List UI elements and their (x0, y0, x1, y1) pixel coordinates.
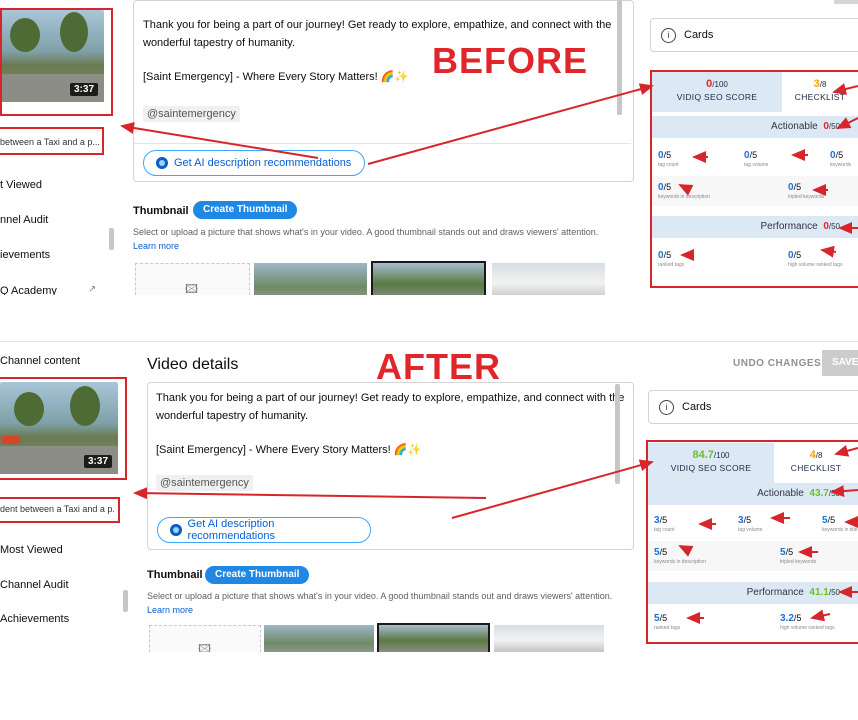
create-thumbnail-button[interactable]: Create Thumbnail (193, 201, 298, 219)
thumbnail-heading: Thumbnail (147, 569, 203, 581)
info-icon: i (659, 399, 674, 415)
nav-academy[interactable]: Q Academy (0, 285, 57, 295)
nav-achievements[interactable]: ievements (0, 249, 50, 261)
ai-description-button[interactable]: Get AI description recommendations (157, 517, 371, 543)
after-panel: Channel content 3:37 dent between a Taxi… (0, 342, 858, 652)
before-label: BEFORE (432, 40, 589, 81)
image-upload-icon: 🖾 (198, 642, 212, 652)
external-link-icon: ↗ (88, 284, 97, 295)
cards-row[interactable]: i Cards (650, 18, 858, 52)
create-thumbnail-button[interactable]: Create Thumbnail (205, 566, 310, 584)
description-line-3: [Saint Emergency] - Where Every Story Ma… (156, 444, 422, 456)
nav-channel-content[interactable]: Channel content (0, 355, 80, 367)
mention-tag: @saintemergency (143, 106, 240, 122)
thumbnail-highlight-box (0, 8, 113, 116)
thumbnail-option-2[interactable] (371, 261, 486, 295)
nav-channel-audit[interactable]: nnel Audit (0, 214, 48, 226)
mention-tag: @saintemergency (156, 475, 253, 491)
ai-button-label: Get AI description recommendations (174, 157, 352, 169)
learn-more-link[interactable]: Learn more (133, 241, 179, 251)
thumbnail-option-1[interactable] (264, 625, 374, 652)
undo-changes-button[interactable]: UNDO CHANGES (733, 358, 821, 369)
cards-hint-icon (834, 0, 858, 4)
nav-scrollbar[interactable] (123, 590, 128, 612)
cards-row[interactable]: i Cards (648, 390, 858, 424)
thumbnail-option-3[interactable] (492, 263, 605, 295)
vidiq-highlight-box (646, 440, 858, 644)
thumbnail-highlight-box (0, 377, 127, 480)
page-title: Video details (147, 356, 239, 373)
nav-channel-audit[interactable]: Channel Audit (0, 579, 69, 591)
description-line-1: Thank you for being a part of our journe… (156, 392, 625, 404)
description-scrollbar[interactable] (615, 384, 620, 484)
thumbnail-help-text: Select or upload a picture that shows wh… (133, 227, 599, 237)
description-line-2: wonderful tapestry of humanity. (156, 410, 309, 422)
thumbnail-help-text: Select or upload a picture that shows wh… (147, 591, 613, 601)
nav-most-viewed[interactable]: Most Viewed (0, 544, 63, 556)
title-highlight-box (0, 497, 120, 523)
save-button[interactable]: SAVE (822, 350, 858, 376)
thumbnail-option-2[interactable] (377, 623, 490, 652)
nav-most-viewed[interactable]: t Viewed (0, 179, 42, 191)
info-icon: i (661, 27, 676, 43)
nav-achievements[interactable]: Achievements (0, 613, 69, 625)
image-upload-icon: 🖾 (185, 282, 199, 295)
nav-scrollbar[interactable] (109, 228, 114, 250)
ai-sparkle-icon (156, 157, 168, 169)
cards-label: Cards (682, 401, 712, 413)
thumbnail-heading: Thumbnail (133, 205, 189, 217)
description-text: Thank you for being a part of our journe… (156, 389, 626, 459)
ai-button-label: Get AI description recommendations (187, 518, 275, 542)
cards-label: Cards (684, 29, 714, 41)
learn-more-link[interactable]: Learn more (147, 605, 193, 615)
vidiq-highlight-box (650, 70, 858, 288)
thumbnail-option-3[interactable] (494, 625, 604, 652)
ai-description-button[interactable]: Get AI description recommendations (143, 150, 365, 176)
before-panel: 3:37 between a Taxi and a p... t Viewed … (0, 0, 858, 295)
ai-sparkle-icon (170, 524, 182, 536)
thumbnail-option-1[interactable] (254, 263, 367, 295)
description-line-1: Thank you for being a part of our journe… (143, 19, 612, 31)
title-highlight-box (0, 127, 104, 155)
description-scrollbar[interactable] (617, 0, 622, 115)
